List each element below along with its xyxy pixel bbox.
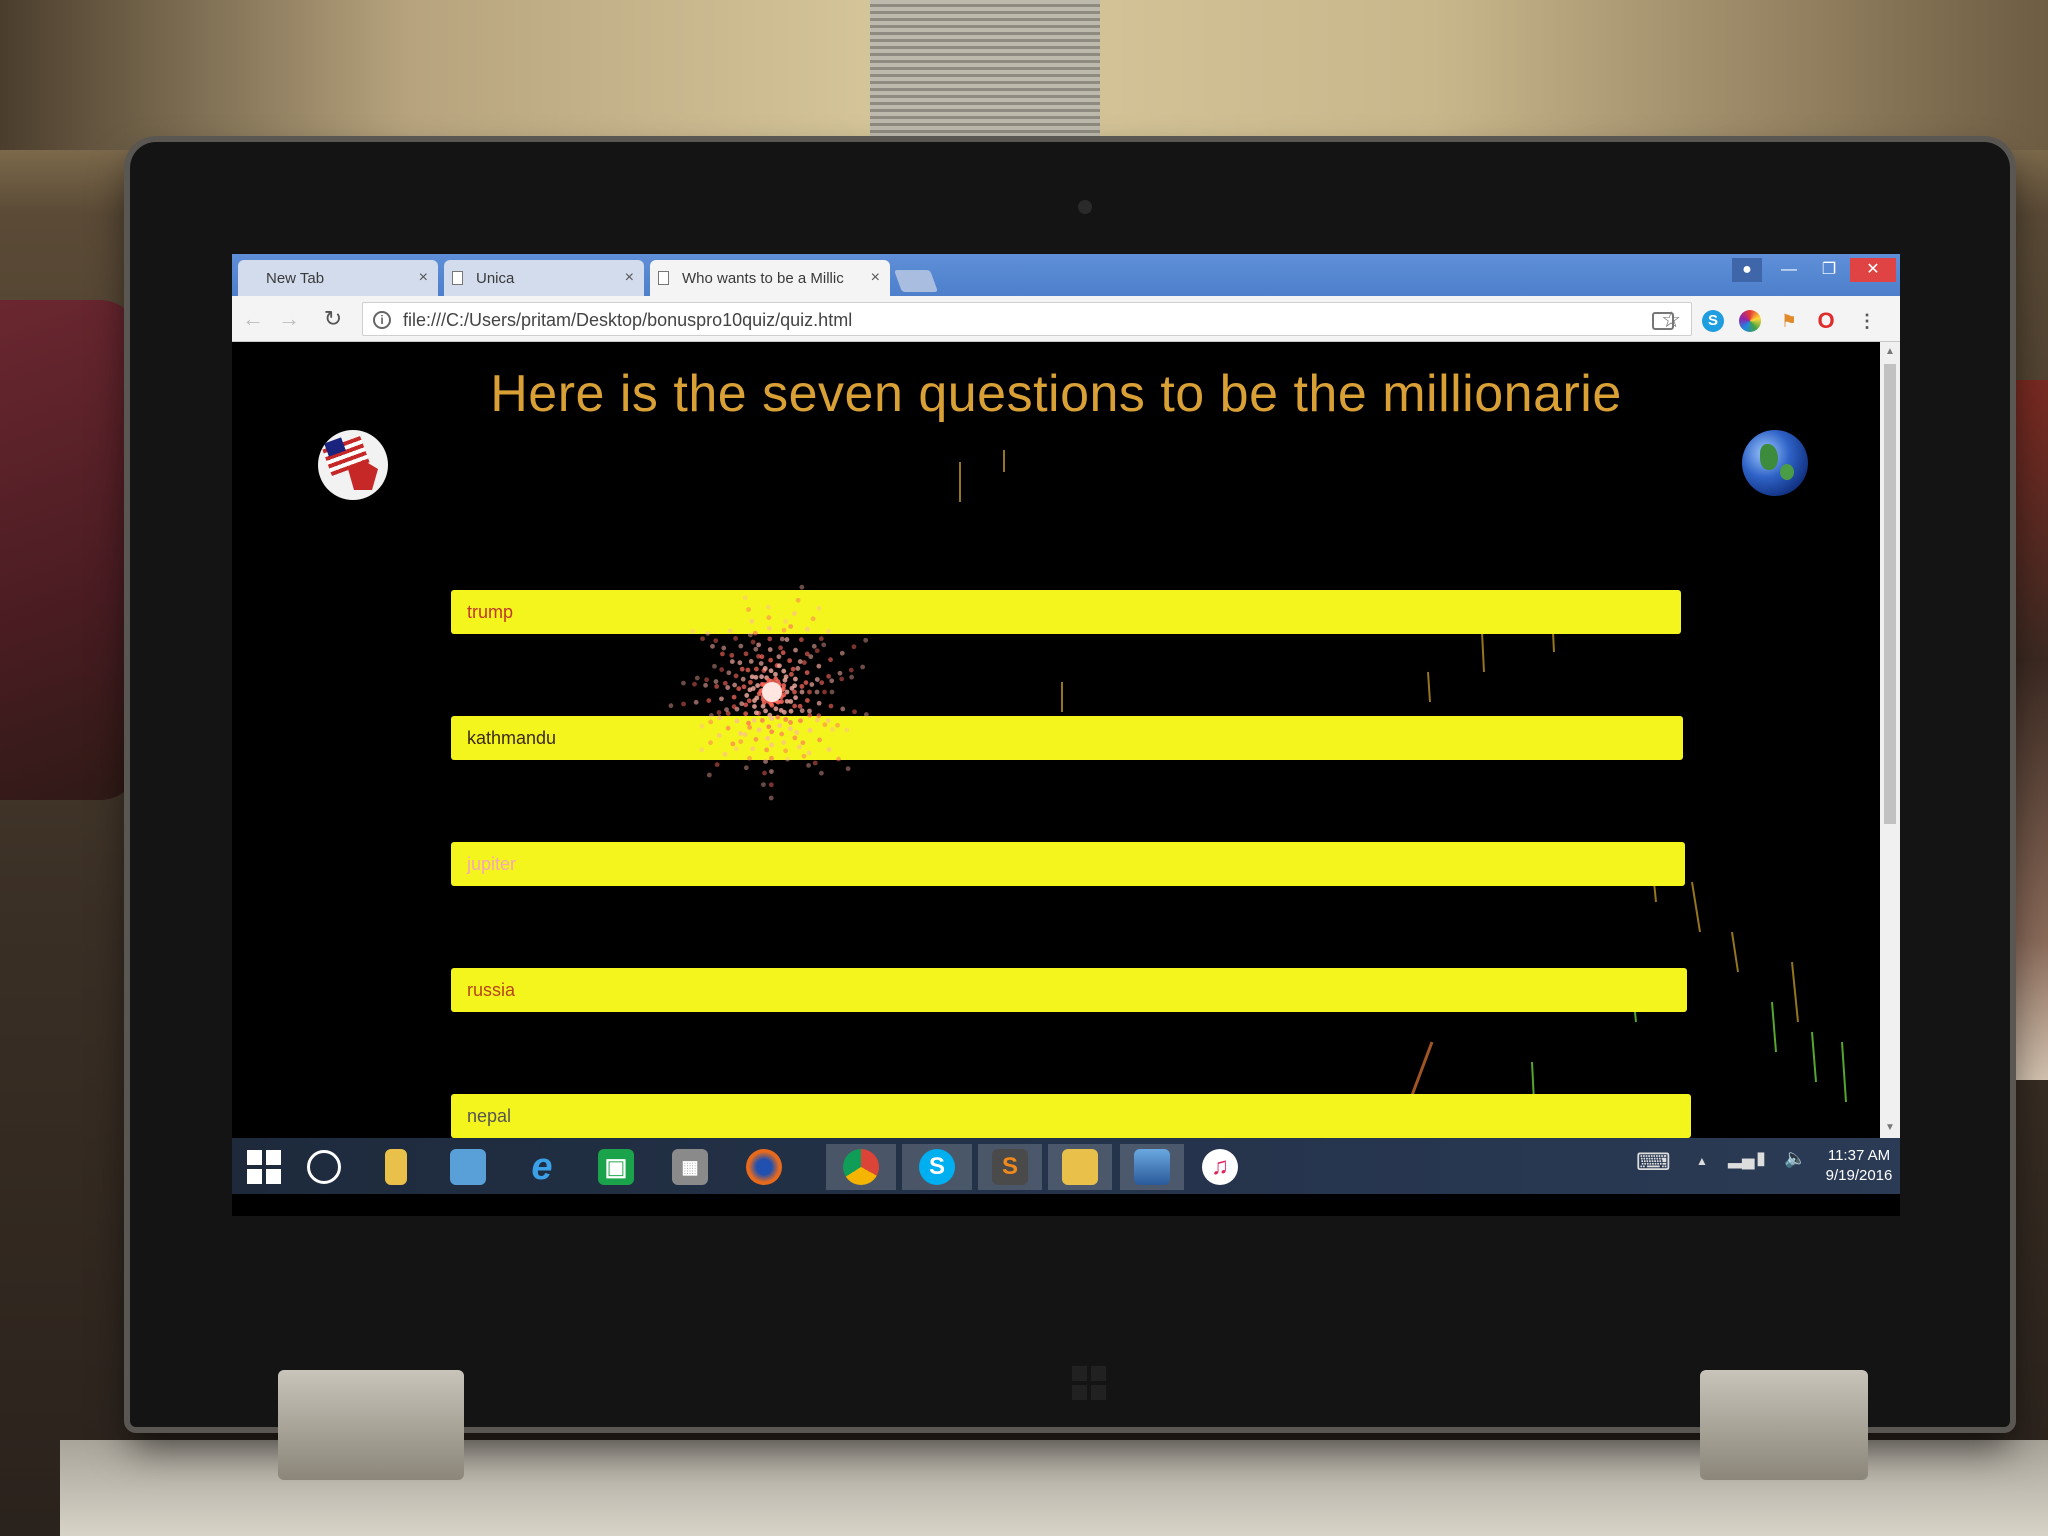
volume-icon[interactable]: 🔈 — [1784, 1148, 1806, 1169]
internet-explorer-icon[interactable]: e — [514, 1144, 570, 1190]
itunes-icon[interactable]: ♫ — [1192, 1144, 1248, 1190]
new-tab-button[interactable] — [893, 270, 939, 292]
skype-icon[interactable]: S — [902, 1144, 972, 1190]
laptop-screen: New Tab × Unica × Who wants to be a Mill… — [232, 254, 1900, 1216]
back-arrow-icon[interactable]: ← — [240, 306, 266, 332]
couch — [0, 300, 140, 800]
answer-option-3[interactable]: jupiter — [451, 842, 1685, 886]
tab-label: Who wants to be a Millic — [682, 270, 844, 287]
minimize-button[interactable]: — — [1772, 258, 1806, 282]
tab-close-icon[interactable]: × — [625, 269, 634, 287]
reload-icon[interactable]: ↻ — [320, 306, 346, 332]
page-title: Here is the seven questions to be the mi… — [490, 365, 1622, 423]
answer-option-2[interactable]: kathmandu — [451, 716, 1683, 760]
tab-unica[interactable]: Unica × — [444, 260, 644, 296]
windows-start-icon[interactable] — [236, 1144, 292, 1190]
browser-titlebar: New Tab × Unica × Who wants to be a Mill… — [232, 254, 1900, 296]
tab-quiz[interactable]: Who wants to be a Millic × — [650, 260, 890, 296]
system-clock[interactable]: 11:37 AM 9/19/2016 — [1820, 1146, 1898, 1186]
signal-icon[interactable]: ▂▄ — [1728, 1148, 1755, 1169]
laptop-hinge-left — [278, 1370, 464, 1480]
answer-option-4[interactable]: russia — [451, 968, 1687, 1012]
maximize-button[interactable]: ❐ — [1812, 258, 1846, 282]
chrome-icon[interactable] — [826, 1144, 896, 1190]
calculator-icon[interactable]: ▦ — [662, 1144, 718, 1190]
laptop-hinge-right — [1700, 1370, 1868, 1480]
browser-toolbar: ← → ↻ i file:///C:/Users/pritam/Desktop/… — [232, 296, 1900, 342]
file-explorer-icon[interactable] — [368, 1144, 424, 1190]
photos-icon[interactable] — [1120, 1144, 1184, 1190]
opera-extension-icon[interactable]: O — [1815, 310, 1837, 332]
windows-taskbar: e ▣ ▦ S S ♫ ⌨ ▲ ▂▄ ▮ 🔈 11:37 AM 9/19/201… — [232, 1138, 1900, 1194]
tab-close-icon[interactable]: × — [419, 269, 428, 287]
scroll-up-arrow-icon[interactable]: ▲ — [1884, 346, 1896, 358]
profile-icon[interactable]: ● — [1732, 258, 1762, 282]
scroll-thumb[interactable] — [1884, 364, 1896, 824]
quiz-page: Here is the seven questions to be the mi… — [232, 342, 1880, 1138]
answer-option-1[interactable]: trump — [451, 590, 1681, 634]
wall-vent — [870, 0, 1100, 150]
page-icon — [452, 271, 463, 285]
remote-desktop-icon[interactable] — [440, 1144, 496, 1190]
forward-arrow-icon[interactable]: → — [276, 306, 302, 332]
american-flag-logo — [318, 430, 388, 500]
flag-extension-icon[interactable]: ⚑ — [1778, 310, 1800, 332]
tab-label: New Tab — [266, 270, 325, 287]
keyboard-icon[interactable]: ⌨ — [1636, 1148, 1671, 1177]
browser-menu-icon[interactable]: ⋮ — [1856, 310, 1878, 332]
info-icon[interactable]: i — [373, 311, 391, 329]
skype-extension-icon[interactable]: S — [1702, 310, 1724, 332]
clock-time: 11:37 AM — [1827, 1147, 1891, 1164]
tab-label: Unica — [476, 270, 515, 287]
windows-button-icon — [1072, 1366, 1106, 1400]
page-scrollbar[interactable]: ▲ ▼ — [1880, 342, 1900, 1138]
store-icon[interactable]: ▣ — [588, 1144, 644, 1190]
tray-chevron-icon[interactable]: ▲ — [1696, 1154, 1708, 1168]
page-icon — [658, 271, 669, 285]
cortana-icon[interactable] — [296, 1144, 352, 1190]
folder-icon[interactable] — [1048, 1144, 1112, 1190]
webcam — [1078, 200, 1092, 214]
firefox-icon[interactable] — [736, 1144, 792, 1190]
answer-option-5[interactable]: nepal — [451, 1094, 1691, 1138]
tab-new-tab[interactable]: New Tab × — [238, 260, 438, 296]
close-window-button[interactable]: ✕ — [1850, 258, 1896, 282]
color-picker-extension-icon[interactable] — [1739, 310, 1761, 332]
sublime-text-icon[interactable]: S — [978, 1144, 1042, 1190]
address-bar[interactable]: i file:///C:/Users/pritam/Desktop/bonusp… — [362, 302, 1692, 336]
scroll-down-arrow-icon[interactable]: ▼ — [1884, 1122, 1896, 1134]
clock-date: 9/19/2016 — [1825, 1167, 1893, 1184]
battery-icon[interactable]: ▮ — [1756, 1148, 1766, 1169]
cast-icon[interactable] — [1652, 312, 1674, 330]
globe-icon — [1742, 430, 1808, 496]
url-text: file:///C:/Users/pritam/Desktop/bonuspro… — [403, 310, 853, 330]
tab-close-icon[interactable]: × — [871, 269, 880, 287]
